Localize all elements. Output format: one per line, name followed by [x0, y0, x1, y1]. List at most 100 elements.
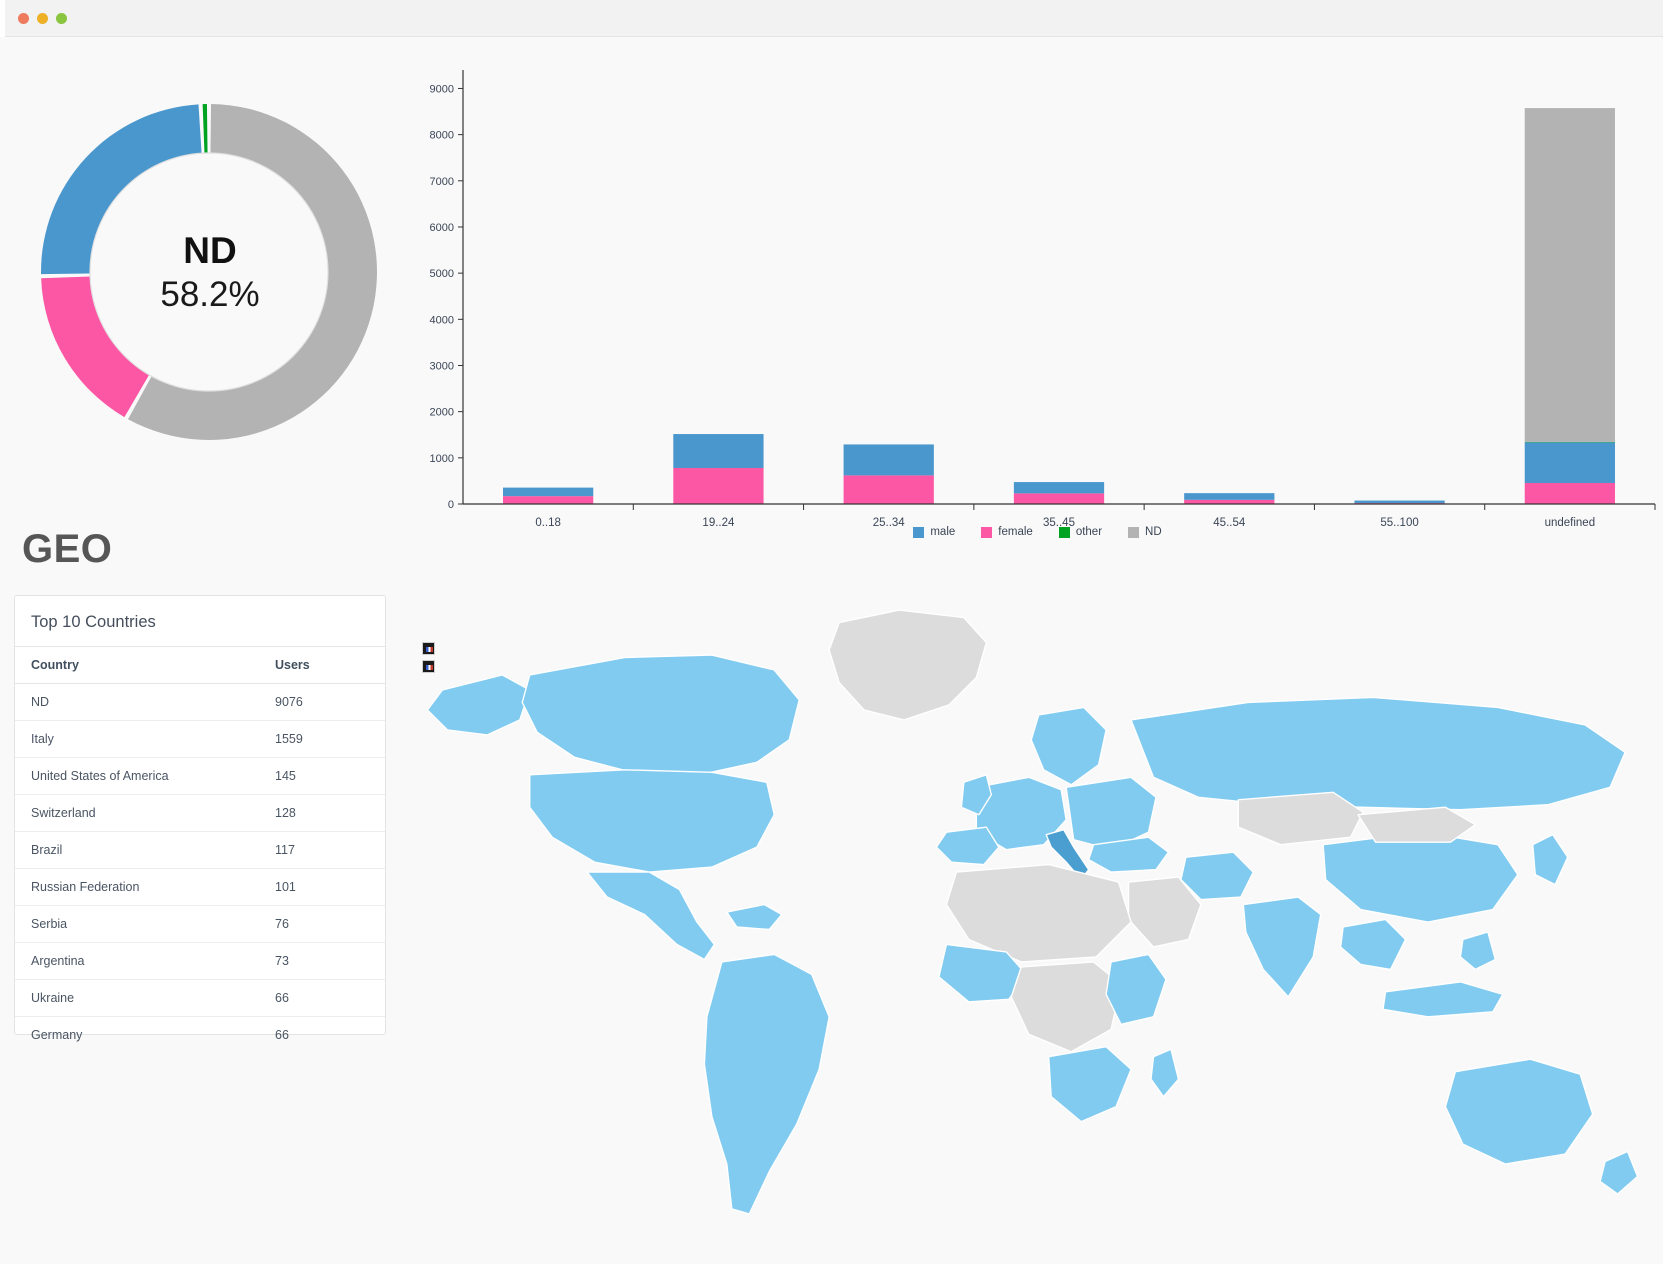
age-gender-bar-chart[interactable]: 0 1000 2000 3000 4000 5000 6000 7000 8000 9000 0.… [415, 52, 1660, 552]
bar-chart-svg: 0100020003000400050006000700080009000 0.… [430, 70, 1656, 529]
cell-users: 9076 [275, 683, 385, 721]
map-region-southern-africa[interactable] [1048, 1046, 1132, 1123]
map-region-central-africa[interactable] [1010, 961, 1122, 1053]
cell-country: Ukraine [15, 979, 275, 1017]
window-close-button[interactable] [18, 13, 29, 24]
map-region-alaska[interactable] [426, 674, 531, 736]
map-region-caribbean[interactable] [726, 903, 783, 931]
y-tick-label: 0 [448, 499, 454, 511]
legend-item-male[interactable]: male [913, 526, 955, 538]
window-titlebar [0, 0, 1663, 37]
map-region-australia[interactable] [1444, 1058, 1594, 1165]
table-row[interactable]: Switzerland 128 [15, 794, 385, 832]
donut-arcs [41, 104, 377, 440]
map-region-mongolia[interactable] [1357, 806, 1477, 843]
cell-country: Germany [31, 1028, 83, 1042]
y-tick-label: 3000 [430, 360, 454, 372]
geo-section-title: GEO [22, 527, 113, 571]
dashboard-content: ND 58.2% 0 1000 2000 3000 4000 5000 6000 7000 80… [0, 37, 1663, 1264]
table-row[interactable]: Serbia 76 [15, 905, 385, 943]
bar-segment-female-0..18[interactable] [503, 496, 594, 504]
map-region-usa[interactable] [529, 769, 775, 873]
table-row[interactable]: Ukraine 66 [15, 979, 385, 1017]
map-region-russia[interactable] [1130, 696, 1626, 811]
y-tick-label: 7000 [430, 176, 454, 188]
map-zoom-out-icon[interactable] [422, 660, 435, 673]
bar-segment-male-0..18[interactable] [503, 487, 594, 497]
top-countries-table-head: Country Users [15, 646, 385, 684]
world-map[interactable] [400, 592, 1660, 1257]
bar-segment-female-45..54[interactable] [1184, 499, 1275, 504]
cell-country: Italy [15, 720, 275, 758]
bar-segment-female-25..34[interactable] [843, 475, 934, 504]
cell-users: 117 [275, 831, 385, 869]
map-region-south-america[interactable] [703, 953, 830, 1215]
bar-segment-male-45..54[interactable] [1184, 493, 1275, 500]
table-row[interactable]: Argentina 73 [15, 942, 385, 980]
donut-segment-female[interactable] [41, 276, 150, 418]
cell-country: ND [15, 683, 275, 721]
world-map-svg [426, 609, 1639, 1215]
cell-country: Argentina [15, 942, 275, 980]
window-maximize-button[interactable] [56, 13, 67, 24]
bar-segment-female-undefined[interactable] [1524, 482, 1615, 504]
bar-segment-male-25..34[interactable] [843, 444, 934, 476]
app-window: ND 58.2% 0 1000 2000 3000 4000 5000 6000 7000 80… [0, 0, 1663, 1264]
map-region-japan[interactable] [1532, 833, 1569, 886]
map-region-philippines[interactable] [1459, 931, 1497, 971]
bar-segment-male-19..24[interactable] [673, 434, 764, 468]
table-row[interactable]: Russian Federation 101 [15, 868, 385, 906]
bar-segment-male-undefined[interactable] [1524, 442, 1615, 483]
top-countries-card: Top 10 Countries Country Users ND 9076 Ita… [14, 595, 386, 1042]
bar-chart-legend: male female other ND [415, 521, 1660, 543]
y-tick-label: 6000 [430, 222, 454, 234]
bar-segment-female-19..24[interactable] [673, 467, 764, 504]
map-zoom-in-icon[interactable] [422, 642, 435, 655]
map-region-mexico[interactable] [586, 871, 716, 961]
column-header-country[interactable]: Country [15, 646, 275, 684]
bar-chart-bars [503, 108, 1615, 504]
map-region-iberia[interactable] [935, 826, 1000, 866]
map-region-scandinavia[interactable] [1030, 706, 1107, 786]
column-header-users[interactable]: Users [275, 646, 385, 684]
y-tick-label: 2000 [430, 407, 454, 419]
map-region-madagascar[interactable] [1150, 1048, 1180, 1098]
bar-segment-female-35..45[interactable] [1013, 493, 1105, 504]
gender-donut-chart[interactable]: ND 58.2% [10, 62, 410, 482]
table-row[interactable]: Brazil 117 [15, 831, 385, 869]
table-row[interactable]: Germany 66 [15, 1017, 385, 1054]
legend-item-nd[interactable]: ND [1128, 526, 1162, 538]
map-region-greenland[interactable] [828, 609, 988, 721]
bar-segment-male-35..45[interactable] [1013, 482, 1105, 494]
table-header-row: Country Users [15, 646, 385, 684]
map-region-india[interactable] [1242, 896, 1322, 998]
legend-swatch-nd-icon [1128, 526, 1140, 538]
bar-segment-nd-undefined[interactable] [1524, 108, 1615, 442]
map-region-new-zealand[interactable] [1599, 1150, 1639, 1195]
cell-users: 145 [275, 757, 385, 795]
legend-swatch-male-icon [913, 526, 925, 538]
donut-inner-ring [89, 152, 329, 392]
y-tick-label: 1000 [430, 453, 454, 465]
bar-segment-male-55..100[interactable] [1354, 500, 1445, 504]
window-minimize-button[interactable] [37, 13, 48, 24]
map-region-indonesia[interactable] [1382, 981, 1504, 1018]
map-country-shapes [426, 609, 1639, 1215]
legend-item-female[interactable]: female [981, 526, 1033, 538]
map-region-kazakhstan[interactable] [1237, 791, 1364, 846]
map-region-china[interactable] [1322, 831, 1519, 923]
top-countries-table: Country Users ND 9076 Italy 1559 United Stat… [15, 646, 385, 1053]
legend-swatch-female-icon [981, 526, 993, 538]
legend-item-other[interactable]: other [1058, 526, 1102, 538]
map-region-canada[interactable] [521, 654, 800, 776]
donut-segment-male[interactable] [41, 104, 202, 275]
map-region-east-africa[interactable] [1105, 953, 1167, 1025]
table-row[interactable]: ND 9076 [15, 683, 385, 721]
table-row[interactable]: Italy 1559 [15, 720, 385, 758]
cell-country: Serbia [15, 905, 275, 943]
cell-users: 76 [275, 905, 385, 943]
map-region-southeast-asia[interactable] [1339, 918, 1407, 971]
table-row[interactable]: United States of America 145 [15, 757, 385, 795]
titlebar-left-edge [0, 0, 5, 37]
donut-segment-other[interactable] [202, 104, 208, 154]
